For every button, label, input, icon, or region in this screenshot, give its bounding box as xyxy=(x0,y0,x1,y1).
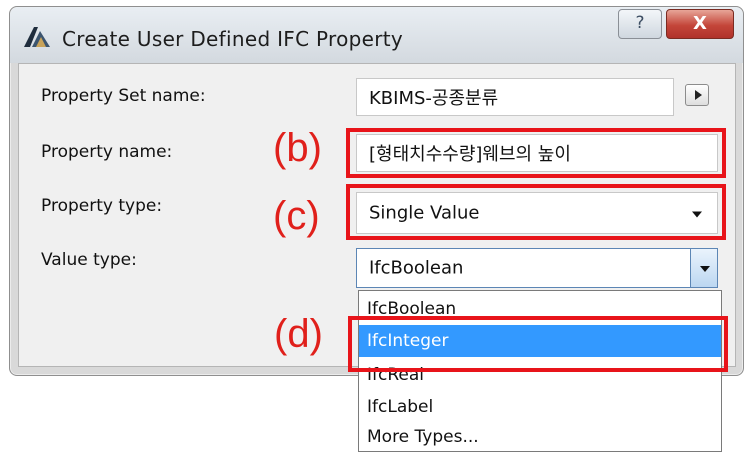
value-type-value: IfcBoolean xyxy=(369,257,464,279)
property-set-name-label: Property Set name: xyxy=(41,86,206,106)
play-arrow-icon xyxy=(695,90,702,100)
value-type-combobox[interactable]: IfcBoolean xyxy=(356,248,692,288)
property-name-label: Property name: xyxy=(41,142,173,162)
help-button[interactable]: ? xyxy=(618,9,662,39)
window-title: Create User Defined IFC Property xyxy=(62,27,404,51)
value-type-label: Value type: xyxy=(41,250,137,270)
title-bar: Create User Defined IFC Property ? X xyxy=(10,7,743,63)
value-type-dropdown-button[interactable] xyxy=(690,248,718,288)
dropdown-option-ifclabel[interactable]: IfcLabel xyxy=(359,391,721,423)
annotation-d-box xyxy=(348,316,728,372)
annotation-b-label: (b) xyxy=(273,126,322,170)
dropdown-option-label: IfcLabel xyxy=(367,397,434,417)
annotation-c-label: (c) xyxy=(273,194,320,238)
property-set-browse-button[interactable] xyxy=(685,84,709,106)
figure-canvas: Create User Defined IFC Property ? X Pro… xyxy=(0,0,754,454)
property-set-name-value: KBIMS-공종분류 xyxy=(369,88,499,109)
property-set-name-field[interactable]: KBIMS-공종분류 xyxy=(356,78,674,116)
annotation-d-label: (d) xyxy=(274,312,323,356)
property-type-label: Property type: xyxy=(41,196,163,216)
annotation-b-box xyxy=(346,128,726,178)
close-button[interactable]: X xyxy=(666,9,734,39)
chevron-down-icon xyxy=(700,266,710,272)
app-logo-icon xyxy=(22,25,52,49)
dropdown-option-label: More Types... xyxy=(367,427,479,447)
dropdown-option-more-types[interactable]: More Types... xyxy=(359,421,721,453)
annotation-c-box xyxy=(346,184,726,240)
